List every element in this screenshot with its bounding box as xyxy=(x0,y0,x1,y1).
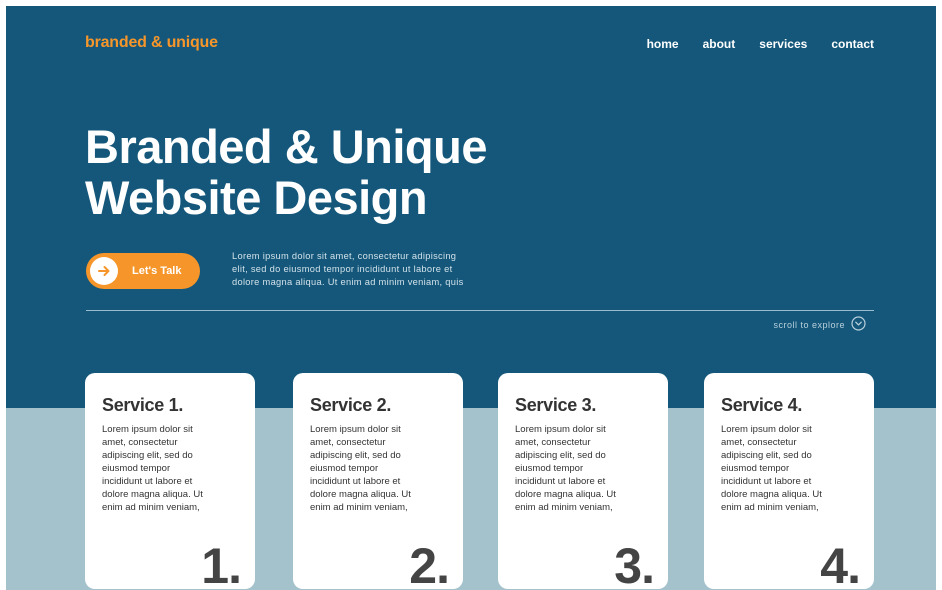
lets-talk-button[interactable]: Let's Talk xyxy=(86,253,200,289)
lets-talk-label: Let's Talk xyxy=(132,265,182,277)
service-title: Service 1. xyxy=(102,395,184,415)
nav-about-link[interactable]: about xyxy=(703,37,736,51)
service-number: 1. xyxy=(201,538,242,590)
scroll-label: scroll to explore xyxy=(773,319,845,330)
description-line: amet, consectetur xyxy=(310,437,386,448)
service-description: Lorem ipsum dolor sit amet, consectetur … xyxy=(721,423,851,514)
hero-section: branded & unique home about services con… xyxy=(6,6,936,408)
description-line: dolore magna aliqua. Ut xyxy=(721,489,822,500)
description-line: eiusmod tempor xyxy=(515,463,584,474)
description-line: adipiscing elit, sed do xyxy=(721,450,812,461)
service-description: Lorem ipsum dolor sit amet, consectetur … xyxy=(310,423,440,514)
main-nav: home about services contact xyxy=(647,37,874,51)
service-card-2[interactable]: Service 2. Lorem ipsum dolor sit amet, c… xyxy=(293,373,463,590)
service-title: Service 3. xyxy=(515,395,597,415)
site-logo[interactable]: branded & unique xyxy=(85,34,218,52)
service-card-4[interactable]: Service 4. Lorem ipsum dolor sit amet, c… xyxy=(704,373,874,590)
description-line: amet, consectetur xyxy=(102,437,178,448)
hero-headline: Branded & Unique Website Design xyxy=(85,121,487,223)
description-line: dolore magna aliqua. Ut xyxy=(310,489,411,500)
service-title: Service 4. xyxy=(721,395,803,415)
headline-line-2: Website Design xyxy=(85,171,428,224)
description-line: enim ad minim veniam, xyxy=(102,502,200,513)
description-line: Lorem ipsum dolor sit xyxy=(310,424,401,435)
description-line: amet, consectetur xyxy=(721,437,797,448)
service-description: Lorem ipsum dolor sit amet, consectetur … xyxy=(102,423,232,514)
description-line: adipiscing elit, sed do xyxy=(515,450,606,461)
chevron-down-circle-icon xyxy=(851,316,866,333)
description-line: incididunt ut labore et xyxy=(310,476,401,487)
description-line: amet, consectetur xyxy=(515,437,591,448)
service-description: Lorem ipsum dolor sit amet, consectetur … xyxy=(515,423,645,514)
description-line: Lorem ipsum dolor sit xyxy=(721,424,812,435)
description-line: incididunt ut labore et xyxy=(102,476,193,487)
arrow-right-icon xyxy=(90,257,118,285)
service-title: Service 2. xyxy=(310,395,392,415)
hero-divider xyxy=(86,310,874,311)
scroll-to-explore[interactable]: scroll to explore xyxy=(773,316,866,333)
description-line: Lorem ipsum dolor sit xyxy=(102,424,193,435)
hero-intro-text: Lorem ipsum dolor sit amet, consectetur … xyxy=(232,250,522,289)
nav-contact-link[interactable]: contact xyxy=(831,37,874,51)
page-frame: branded & unique home about services con… xyxy=(6,6,936,590)
intro-line: dolore magna aliqua. Ut enim ad minim ve… xyxy=(232,277,464,287)
service-number: 4. xyxy=(820,538,861,590)
nav-services-link[interactable]: services xyxy=(759,37,807,51)
description-line: eiusmod tempor xyxy=(310,463,379,474)
description-line: eiusmod tempor xyxy=(721,463,790,474)
service-card-3[interactable]: Service 3. Lorem ipsum dolor sit amet, c… xyxy=(498,373,668,590)
description-line: enim ad minim veniam, xyxy=(310,502,408,513)
headline-line-1: Branded & Unique xyxy=(85,120,487,173)
service-number: 2. xyxy=(409,538,450,590)
description-line: dolore magna aliqua. Ut xyxy=(102,489,203,500)
intro-line: elit, sed do eiusmod tempor incididunt u… xyxy=(232,264,453,274)
description-line: adipiscing elit, sed do xyxy=(102,450,193,461)
nav-home-link[interactable]: home xyxy=(647,37,679,51)
description-line: dolore magna aliqua. Ut xyxy=(515,489,616,500)
service-card-1[interactable]: Service 1. Lorem ipsum dolor sit amet, c… xyxy=(85,373,255,590)
description-line: enim ad minim veniam, xyxy=(721,502,819,513)
description-line: eiusmod tempor xyxy=(102,463,171,474)
description-line: enim ad minim veniam, xyxy=(515,502,613,513)
description-line: incididunt ut labore et xyxy=(515,476,606,487)
description-line: incididunt ut labore et xyxy=(721,476,812,487)
description-line: adipiscing elit, sed do xyxy=(310,450,401,461)
intro-line: Lorem ipsum dolor sit amet, consectetur … xyxy=(232,251,457,261)
service-number: 3. xyxy=(614,538,655,590)
description-line: Lorem ipsum dolor sit xyxy=(515,424,606,435)
